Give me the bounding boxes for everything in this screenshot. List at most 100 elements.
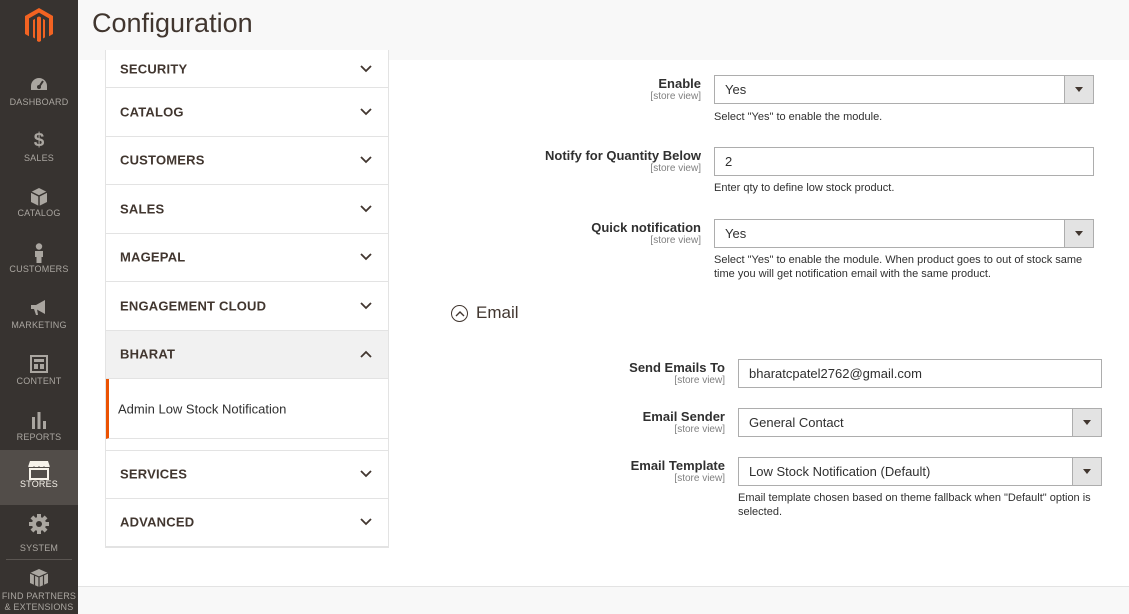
chevron-down-icon [360, 253, 372, 261]
dropdown-arrow-icon [1072, 458, 1101, 485]
email-sender-label: Email Sender [642, 409, 725, 424]
chevron-up-icon [360, 350, 372, 358]
nav-label: SYSTEM [19, 543, 59, 553]
dropdown-arrow-icon [1072, 409, 1101, 436]
tab-label: MAGEPAL [120, 249, 186, 265]
quick-notification-value: Yes [725, 226, 747, 241]
dropdown-arrow-icon [1064, 220, 1093, 247]
nav-item-marketing[interactable]: MARKETING [0, 291, 78, 347]
store-icon [0, 450, 78, 480]
nav-item-content[interactable]: CONTENT [0, 347, 78, 403]
main-content: SECURITY CATALOG CUSTOMERS SALES MAGEPAL… [78, 50, 1129, 586]
chevron-down-icon [360, 518, 372, 526]
magento-logo[interactable] [0, 0, 78, 50]
tab-magepal[interactable]: MAGEPAL [106, 233, 388, 282]
nav-label: STORES [19, 479, 59, 489]
dropdown-arrow-icon [1064, 76, 1093, 103]
nav-item-system[interactable]: SYSTEM [0, 514, 78, 570]
tab-label: CUSTOMERS [120, 152, 205, 168]
chevron-down-icon [360, 470, 372, 478]
gear-icon [0, 514, 78, 540]
dashboard-icon [0, 68, 78, 94]
scope-label: [store view] [674, 375, 725, 386]
page-title: Configuration [92, 8, 253, 38]
quick-notification-note: Select "Yes" to enable the module. When … [714, 254, 1083, 280]
notify-qty-input[interactable]: 2 [714, 147, 1094, 176]
email-template-value: Low Stock Notification (Default) [749, 464, 931, 479]
chevron-down-icon [360, 205, 372, 213]
nav-divider [6, 559, 72, 560]
email-sender-select[interactable]: General Contact [738, 408, 1102, 437]
page-footer [78, 586, 1129, 614]
cubes-icon [0, 568, 78, 590]
enable-select[interactable]: Yes [714, 75, 1094, 104]
chevron-down-icon [360, 108, 372, 116]
enable-value: Yes [725, 82, 747, 97]
tab-engagement-cloud[interactable]: ENGAGEMENT CLOUD [106, 282, 388, 331]
chevron-down-icon [360, 302, 372, 310]
email-template-label: Email Template [630, 458, 725, 473]
nav-label: CONTENT [16, 376, 62, 386]
tab-services[interactable]: SERVICES [106, 450, 388, 499]
nav-label: DASHBOARD [9, 97, 69, 107]
tab-label: BHARAT [120, 346, 176, 362]
nav-item-catalog[interactable]: CATALOG [0, 179, 78, 235]
nav-item-dashboard[interactable]: DASHBOARD [0, 68, 78, 124]
tab-label: CATALOG [120, 104, 184, 120]
email-section-title: Email [476, 303, 519, 322]
email-section-toggle[interactable]: Email [451, 303, 519, 323]
tab-sales[interactable]: SALES [106, 185, 388, 234]
admin-sidebar: DASHBOARD $ SALES CATALOG CUSTOMERS MARK… [0, 0, 78, 614]
nav-item-stores[interactable]: STORES [0, 450, 78, 505]
tab-advanced[interactable]: ADVANCED [106, 498, 388, 547]
send-emails-to-input[interactable]: bharatcpatel2762@gmail.com [738, 359, 1102, 388]
tab-security[interactable]: SECURITY [106, 50, 388, 88]
nav-label: CATALOG [17, 208, 61, 218]
email-template-select[interactable]: Low Stock Notification (Default) [738, 457, 1102, 486]
tab-label: ENGAGEMENT CLOUD [120, 298, 267, 314]
nav-item-customers[interactable]: CUSTOMERS [0, 235, 78, 291]
email-sender-value: General Contact [749, 415, 844, 430]
send-emails-to-label: Send Emails To [629, 360, 725, 375]
subitem-label: Admin Low Stock Notification [118, 401, 287, 416]
person-icon [0, 235, 78, 263]
bar-chart-icon [0, 403, 78, 429]
scope-label: [store view] [674, 473, 725, 484]
nav-item-sales[interactable]: $ SALES [0, 124, 78, 180]
enable-note: Select "Yes" to enable the module. [714, 111, 883, 123]
tab-customers[interactable]: CUSTOMERS [106, 136, 388, 185]
chevron-down-icon [360, 64, 372, 72]
quick-notification-label: Quick notification [591, 220, 701, 235]
notify-qty-value: 2 [725, 154, 733, 169]
nav-label: SALES [23, 153, 55, 163]
tab-catalog[interactable]: CATALOG [106, 88, 388, 137]
scope-label: [store view] [650, 91, 701, 102]
scope-label: [store view] [650, 163, 701, 174]
scope-label: [store view] [650, 235, 701, 246]
enable-label: Enable [658, 76, 701, 91]
notify-qty-label: Notify for Quantity Below [545, 148, 701, 163]
tab-label: SECURITY [120, 61, 188, 76]
tab-label: ADVANCED [120, 514, 195, 530]
nav-label: CUSTOMERS [9, 264, 69, 274]
email-template-note: Email template chosen based on theme fal… [738, 492, 1091, 518]
send-emails-to-value: bharatcpatel2762@gmail.com [749, 366, 922, 381]
box-icon [0, 179, 78, 206]
layout-icon [0, 347, 78, 373]
tab-subitem-admin-low-stock-notification[interactable]: Admin Low Stock Notification [106, 379, 388, 439]
nav-item-find-partners[interactable]: FIND PARTNERS & EXTENSIONS [0, 568, 78, 614]
tab-bharat[interactable]: BHARAT [106, 330, 388, 379]
nav-label: FIND PARTNERS & EXTENSIONS [1, 591, 77, 612]
tab-label: SERVICES [120, 466, 188, 482]
dollar-icon: $ [33, 130, 45, 151]
magento-logo-icon [25, 8, 53, 42]
notify-qty-note: Enter qty to define low stock product. [714, 182, 895, 194]
quick-notification-select[interactable]: Yes [714, 219, 1094, 248]
chevron-down-icon [360, 156, 372, 164]
config-tabs: SECURITY CATALOG CUSTOMERS SALES MAGEPAL… [105, 50, 389, 548]
collapse-icon [451, 304, 468, 322]
tab-label: SALES [120, 201, 165, 217]
megaphone-icon [0, 291, 78, 317]
nav-label: REPORTS [16, 432, 62, 442]
scope-label: [store view] [674, 424, 725, 435]
